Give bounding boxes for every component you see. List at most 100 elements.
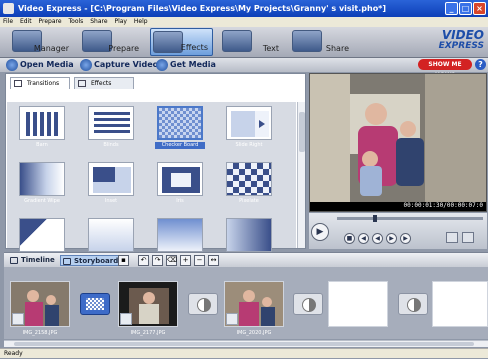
menu-tools[interactable]: Tools: [69, 18, 84, 25]
preview-frame: [310, 74, 486, 211]
menu-help[interactable]: Help: [134, 18, 148, 25]
menu-share[interactable]: Share: [90, 18, 107, 25]
timeline-icon: [10, 257, 18, 264]
open-media-button[interactable]: Open Media: [6, 59, 74, 71]
menu-prepare[interactable]: Prepare: [39, 18, 62, 25]
transitions-scrollbar[interactable]: [297, 102, 305, 248]
status-bar: Ready: [0, 348, 488, 358]
play-button[interactable]: ▶: [311, 223, 329, 241]
scrollbar-thumb[interactable]: [14, 342, 474, 346]
settings-icon[interactable]: [120, 313, 132, 325]
transition-gradient-wipe[interactable]: Gradient Wipe: [17, 162, 67, 212]
scrubber-knob[interactable]: [373, 215, 377, 222]
mode-manager-button[interactable]: Manager: [10, 28, 73, 56]
mode-share-button[interactable]: Share: [290, 28, 353, 56]
get-media-label: Get Media: [170, 60, 216, 69]
transition-inset[interactable]: Inset: [86, 162, 136, 212]
menu-edit[interactable]: Edit: [20, 18, 32, 25]
settings-icon[interactable]: [12, 313, 24, 325]
storyboard-clip[interactable]: IMG_2177.JPG: [118, 281, 178, 339]
app-logo: VIDEO EXPRESS: [426, 29, 484, 54]
close-button[interactable]: ×: [473, 2, 486, 15]
mode-label: Prepare: [108, 44, 139, 53]
step-back-button[interactable]: ◀: [372, 233, 383, 244]
step-forward-button[interactable]: ▶: [386, 233, 397, 244]
transition-thumbnail: [226, 218, 272, 252]
storyboard-scrollbar[interactable]: [4, 340, 488, 347]
checker-board-thumbnail: [157, 106, 203, 140]
help-button[interactable]: ?: [475, 59, 486, 70]
transition-thumbnail: [88, 218, 134, 252]
transition-iris[interactable]: Iris: [155, 162, 205, 212]
stop-button[interactable]: ■: [344, 233, 355, 244]
storyboard-transition[interactable]: [293, 293, 323, 315]
mode-label: Text: [262, 44, 279, 53]
snapshot-button[interactable]: [446, 232, 458, 243]
status-text: Ready: [4, 350, 23, 357]
scrollbar-thumb[interactable]: [299, 112, 305, 152]
storyboard-clip[interactable]: IMG_2158.JPG: [10, 281, 70, 339]
mode-prepare-button[interactable]: Prepare: [80, 28, 143, 56]
inset-thumbnail: [88, 162, 134, 196]
transitions-panel: Transitions Effects Barn Blinds Checker …: [5, 73, 306, 252]
transition-checker-board[interactable]: Checker Board: [155, 106, 205, 156]
restore-button[interactable]: □: [459, 2, 472, 15]
transition-blinds[interactable]: Blinds: [86, 106, 136, 156]
transition-label: Iris: [176, 198, 184, 204]
transition-label: Barn: [36, 142, 48, 148]
slide-right-thumbnail: [226, 106, 272, 140]
zoom-in-icon[interactable]: +: [180, 255, 191, 266]
transition-pixelate[interactable]: Pixelate: [224, 162, 274, 212]
gradient-wipe-thumbnail: [19, 162, 65, 196]
fit-icon[interactable]: ↔: [208, 255, 219, 266]
action-bar: Open Media Capture Video Get Media SHOW …: [0, 58, 488, 79]
transition-barn[interactable]: Barn: [17, 106, 67, 156]
scrubber-track[interactable]: [337, 215, 483, 222]
storyboard-view-button[interactable]: Storyboard: [60, 255, 123, 266]
fullscreen-button[interactable]: [462, 232, 474, 243]
tab-transitions[interactable]: Transitions: [10, 77, 70, 89]
transitions-icon: [14, 80, 22, 87]
timeline-toolbar: Timeline Storyboard ▪ ↶ ↷ ⌫ + − ↔: [4, 252, 488, 267]
storyboard-transition[interactable]: [188, 293, 218, 315]
save-icon[interactable]: ▪: [118, 255, 129, 266]
transition-label: Inset: [104, 198, 118, 204]
mode-label: Share: [325, 44, 349, 53]
logo-line2: EXPRESS: [438, 41, 484, 51]
yin-yang-icon: [197, 298, 211, 312]
window-title: Video Express - [C:\Program Files\Video …: [18, 4, 387, 13]
storyboard-transition[interactable]: [398, 293, 428, 315]
timeline-view-button[interactable]: Timeline: [8, 255, 55, 266]
storyboard-transition-selected[interactable]: [80, 293, 110, 315]
clip-label: IMG_2177.JPG: [130, 330, 166, 336]
storyboard-label: Storyboard: [74, 257, 119, 265]
menu-play[interactable]: Play: [114, 18, 127, 25]
minimize-button[interactable]: _: [445, 2, 458, 15]
transition-slide-right[interactable]: Slide Right: [224, 106, 274, 156]
empty-clip-slot[interactable]: [432, 281, 488, 327]
empty-clip-slot[interactable]: [328, 281, 388, 327]
delete-icon[interactable]: ⌫: [166, 255, 177, 266]
pixelate-thumbnail: [226, 162, 272, 196]
storyboard-clip[interactable]: IMG_2020.JPG: [224, 281, 284, 339]
timeline-label: Timeline: [21, 256, 55, 264]
go-to-end-button[interactable]: ▶: [400, 233, 411, 244]
menu-file[interactable]: File: [3, 18, 13, 25]
tab-effects[interactable]: Effects: [74, 77, 134, 89]
timecode: 00:00:01:30/00:00:07:0: [403, 202, 483, 209]
video-preview: 00:00:01:30/00:00:07:0: [309, 73, 487, 212]
barn-thumbnail: [19, 106, 65, 140]
zoom-out-icon[interactable]: −: [194, 255, 205, 266]
get-media-button[interactable]: Get Media: [156, 59, 216, 71]
mode-text-button[interactable]: Text: [220, 28, 283, 56]
mode-effects-button[interactable]: Effects: [150, 28, 213, 56]
settings-icon[interactable]: [226, 313, 238, 325]
go-to-start-button[interactable]: ◀: [358, 233, 369, 244]
download-icon: [156, 59, 168, 71]
redo-icon[interactable]: ↷: [152, 255, 163, 266]
tab-label: Transitions: [27, 80, 60, 87]
undo-icon[interactable]: ↶: [138, 255, 149, 266]
show-me-how-button[interactable]: SHOW ME HOW?: [418, 59, 472, 79]
clip-label: IMG_2020.JPG: [236, 330, 272, 336]
capture-video-button[interactable]: Capture Video: [80, 59, 158, 71]
